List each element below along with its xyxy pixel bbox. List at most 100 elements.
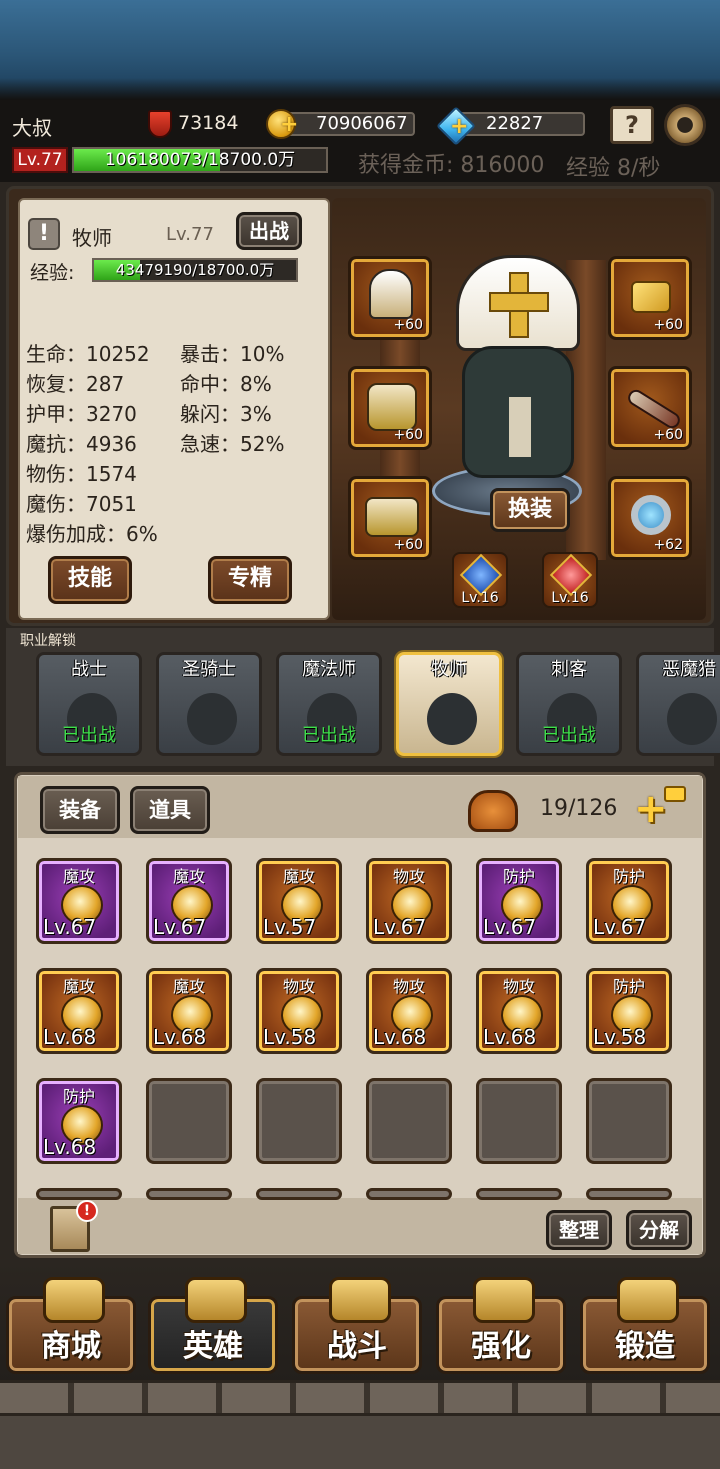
equip-level: +60 [653, 317, 683, 333]
inventory-slot-empty[interactable] [146, 1188, 232, 1200]
tab-equipment[interactable]: 装备 [40, 786, 120, 834]
skill-button[interactable]: 技能 [48, 556, 132, 604]
expand-capacity-plus-icon[interactable]: + [634, 786, 668, 832]
help-book-icon[interactable]: ? [610, 106, 654, 144]
hero-level: Lv.77 [166, 224, 214, 245]
diamond-value: 22827 [486, 113, 544, 134]
inventory-capacity: 19/126 [540, 796, 618, 821]
bottom-ground [0, 1416, 720, 1469]
inventory-slot-empty[interactable] [586, 1078, 672, 1164]
inventory-item[interactable]: 物攻 Lv.58 [256, 968, 342, 1054]
inventory-slot-empty[interactable] [256, 1078, 342, 1164]
inventory-item[interactable]: 魔攻 Lv.68 [146, 968, 232, 1054]
inventory-slot-empty[interactable] [476, 1188, 562, 1200]
equip-level: +60 [653, 427, 683, 443]
class-card[interactable]: 魔法师 已出战 [276, 652, 382, 756]
item-category: 魔攻 [282, 867, 315, 886]
nav-label: 英雄 [183, 1329, 243, 1364]
inventory-item[interactable]: 魔攻 Lv.67 [36, 858, 122, 944]
crossed-swords-icon [329, 1277, 391, 1323]
inventory-slot-empty[interactable] [146, 1078, 232, 1164]
inventory-item[interactable]: 防护 Lv.68 [36, 1078, 122, 1164]
nav-tab[interactable]: 锻造 [580, 1277, 710, 1374]
stat-phys-damage: 物伤：1574 [26, 462, 137, 486]
class-card[interactable]: 恶魔猎 [636, 652, 720, 756]
nav-tab[interactable]: 英雄 [148, 1277, 278, 1374]
class-card[interactable]: 牧师 [396, 652, 502, 756]
inventory-item[interactable]: 防护 Lv.67 [476, 858, 562, 944]
item-level: Lv.68 [483, 1025, 537, 1049]
sort-button[interactable]: 整理 [546, 1210, 612, 1250]
specialize-button[interactable]: 专精 [208, 556, 292, 604]
class-name: 战士 [71, 659, 107, 680]
class-portrait-icon [187, 693, 237, 745]
hero-exp-label: 经验: [30, 262, 75, 284]
diamond-plus-icon[interactable]: + [450, 114, 468, 139]
boots-icon [365, 497, 419, 537]
equip-slot-armor[interactable]: +60 [348, 366, 432, 450]
class-name: 圣骑士 [182, 659, 236, 680]
item-level: Lv.68 [153, 1025, 207, 1049]
inventory-item[interactable]: 魔攻 Lv.57 [256, 858, 342, 944]
item-level: Lv.67 [43, 915, 97, 939]
gem-slot-2[interactable]: Lv.16 [542, 552, 598, 608]
player-name: 大叔 [12, 116, 52, 140]
class-portrait-icon [427, 693, 477, 745]
item-category: 防护 [612, 867, 645, 886]
equip-slot-weapon[interactable]: +60 [608, 366, 692, 450]
item-category: 魔攻 [62, 867, 95, 886]
item-level: Lv.67 [153, 915, 207, 939]
class-card[interactable]: 刺客 已出战 [516, 652, 622, 756]
stat-magic-resist: 魔抗：4936 [26, 432, 137, 456]
inventory-item[interactable]: 防护 Lv.58 [586, 968, 672, 1054]
inventory-item[interactable]: 物攻 Lv.67 [366, 858, 452, 944]
armor-icon [367, 383, 417, 431]
inventory-item[interactable]: 魔攻 Lv.67 [146, 858, 232, 944]
equip-slot-helmet[interactable]: +60 [348, 256, 432, 340]
settings-gear-icon[interactable] [664, 104, 706, 146]
inventory-slot-empty[interactable] [366, 1078, 452, 1164]
item-level: Lv.58 [263, 1025, 317, 1049]
power-shield-icon [148, 110, 172, 138]
equip-slot-boots[interactable]: +60 [348, 476, 432, 560]
inventory-slot-empty[interactable] [586, 1188, 672, 1200]
class-deployed-status: 已出战 [62, 725, 116, 746]
inventory-slot-empty[interactable] [366, 1188, 452, 1200]
stat-crit-damage: 爆伤加成：6% [26, 522, 158, 546]
exp-rate-label: 经验 8/秒 [566, 156, 661, 181]
dismantle-button[interactable]: 分解 [626, 1210, 692, 1250]
item-level: Lv.67 [593, 915, 647, 939]
item-level: Lv.68 [373, 1025, 427, 1049]
alert-icon[interactable]: ! [28, 218, 60, 250]
class-name: 恶魔猎 [662, 659, 716, 680]
equip-slot-ring[interactable]: +62 [608, 476, 692, 560]
gem-slot-1[interactable]: Lv.16 [452, 552, 508, 608]
tab-items[interactable]: 道具 [130, 786, 210, 834]
stone-border [0, 1380, 720, 1416]
nav-tab[interactable]: 商城 [6, 1277, 136, 1374]
equip-slot-charm[interactable]: +60 [608, 256, 692, 340]
gold-plus-icon[interactable]: + [280, 112, 298, 137]
inventory-item[interactable]: 物攻 Lv.68 [366, 968, 452, 1054]
top-background [0, 0, 720, 100]
staff-icon [625, 386, 683, 432]
nav-tab[interactable]: 战斗 [292, 1277, 422, 1374]
notice-badge: ! [76, 1200, 98, 1222]
inventory-slot-empty[interactable] [256, 1188, 342, 1200]
inventory-item[interactable]: 物攻 Lv.68 [476, 968, 562, 1054]
inventory-slot-empty[interactable] [36, 1188, 122, 1200]
video-ad-icon[interactable] [664, 786, 686, 802]
change-outfit-button[interactable]: 换装 [490, 488, 570, 532]
nav-tab[interactable]: 强化 [436, 1277, 566, 1374]
class-card[interactable]: 战士 已出战 [36, 652, 142, 756]
class-card[interactable]: 圣骑士 [156, 652, 262, 756]
item-category: 魔攻 [172, 977, 205, 996]
class-name: 刺客 [551, 659, 587, 680]
inventory-item[interactable]: 魔攻 Lv.68 [36, 968, 122, 1054]
gem-level: Lv.16 [551, 590, 589, 606]
gold-charm-icon [631, 281, 671, 313]
deploy-button[interactable]: 出战 [236, 212, 302, 250]
inventory-item[interactable]: 防护 Lv.67 [586, 858, 672, 944]
inventory-slot-empty[interactable] [476, 1078, 562, 1164]
gold-value: 70906067 [316, 113, 408, 134]
